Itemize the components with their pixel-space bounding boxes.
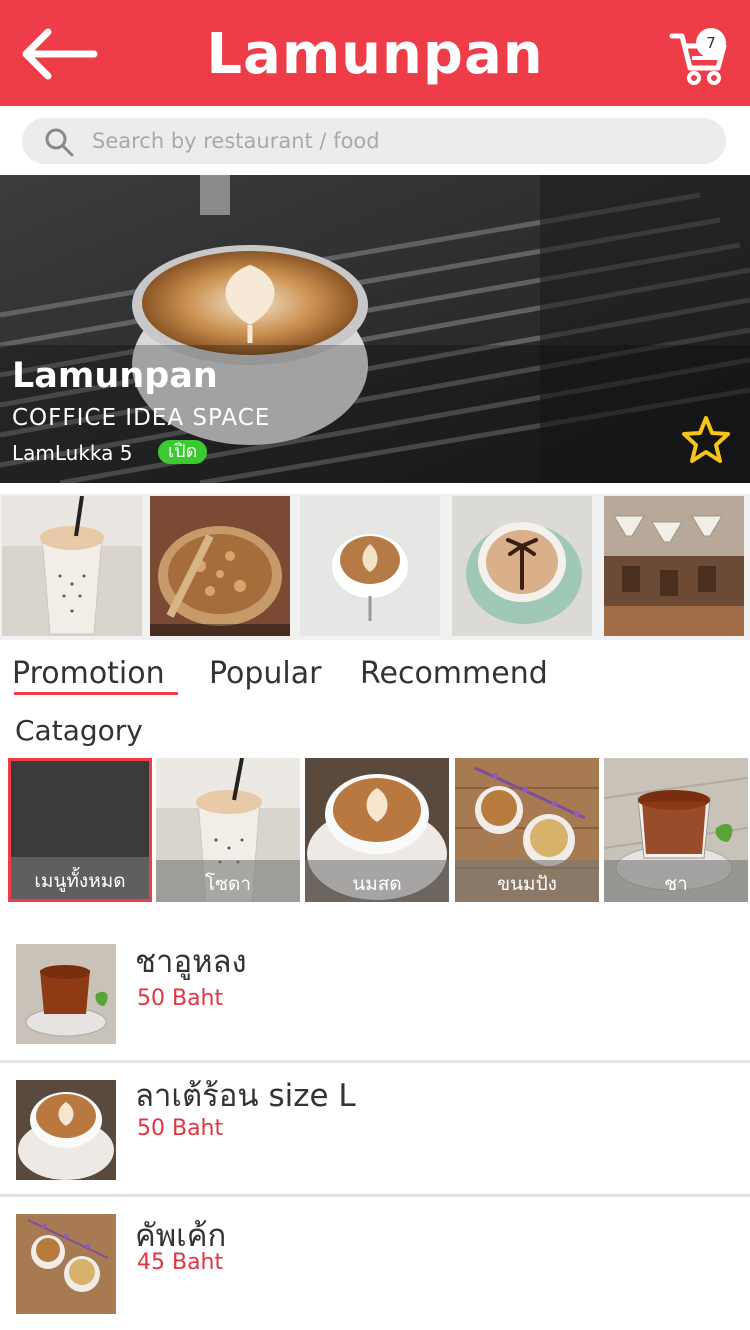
restaurant-hero-image bbox=[0, 175, 750, 483]
category-label: นมสด bbox=[305, 860, 449, 902]
item-image bbox=[16, 1080, 116, 1180]
item-price: 45 Baht bbox=[137, 1250, 224, 1275]
photo-gallery bbox=[0, 494, 750, 640]
category-milk[interactable]: นมสด bbox=[305, 758, 449, 902]
item-image bbox=[16, 1214, 116, 1314]
item-price: 50 Baht bbox=[137, 986, 224, 1011]
cart-count-badge: 7 bbox=[696, 28, 726, 58]
app-header: Lamunpan 7 bbox=[0, 0, 750, 106]
category-soda[interactable]: โซดา bbox=[156, 758, 300, 902]
restaurant-location: LamLukka 5 bbox=[12, 441, 133, 465]
restaurant-subtitle: COFFICE IDEA SPACE bbox=[12, 405, 271, 431]
search-icon bbox=[45, 128, 74, 157]
divider bbox=[0, 1060, 750, 1063]
item-name: ลาเต้ร้อน size L bbox=[135, 1078, 356, 1114]
favorite-button[interactable] bbox=[680, 414, 732, 466]
search-input[interactable] bbox=[92, 122, 692, 160]
open-status-badge: เปิด bbox=[158, 440, 208, 464]
app-title: Lamunpan bbox=[206, 22, 544, 87]
category-label: โซดา bbox=[156, 860, 300, 902]
category-bread[interactable]: ขนมปัง bbox=[455, 758, 599, 902]
list-item[interactable]: ลาเต้ร้อน size L 50 Baht bbox=[0, 1066, 750, 1196]
gallery-photo-4[interactable] bbox=[452, 496, 592, 636]
category-all[interactable]: เมนูทั้งหมด bbox=[8, 758, 152, 902]
category-title: Catagory bbox=[15, 714, 143, 747]
gallery-photo-3[interactable] bbox=[300, 496, 440, 636]
item-image bbox=[16, 944, 116, 1044]
restaurant-name: Lamunpan bbox=[12, 356, 218, 396]
list-item[interactable]: ชาอูหลง 50 Baht bbox=[0, 930, 750, 1060]
item-name: ชาอูหลง bbox=[135, 944, 247, 980]
list-item[interactable]: คัพเค้ก 45 Baht bbox=[0, 1200, 750, 1330]
search-bar[interactable] bbox=[22, 118, 726, 164]
category-tea[interactable]: ชา bbox=[604, 758, 748, 902]
tab-promotion[interactable]: Promotion bbox=[12, 656, 165, 691]
gallery-photo-1[interactable] bbox=[2, 496, 142, 636]
category-label: ชา bbox=[604, 860, 748, 902]
star-outline-icon bbox=[682, 416, 730, 463]
gallery-photo-2[interactable] bbox=[150, 496, 290, 636]
item-price: 50 Baht bbox=[137, 1116, 224, 1141]
divider bbox=[0, 1194, 750, 1197]
active-tab-indicator bbox=[14, 692, 178, 695]
tab-popular[interactable]: Popular bbox=[209, 656, 322, 691]
tab-recommend[interactable]: Recommend bbox=[360, 656, 548, 691]
category-label: เมนูทั้งหมด bbox=[11, 857, 149, 899]
gallery-photo-5[interactable] bbox=[604, 496, 744, 636]
category-label: ขนมปัง bbox=[455, 860, 599, 902]
